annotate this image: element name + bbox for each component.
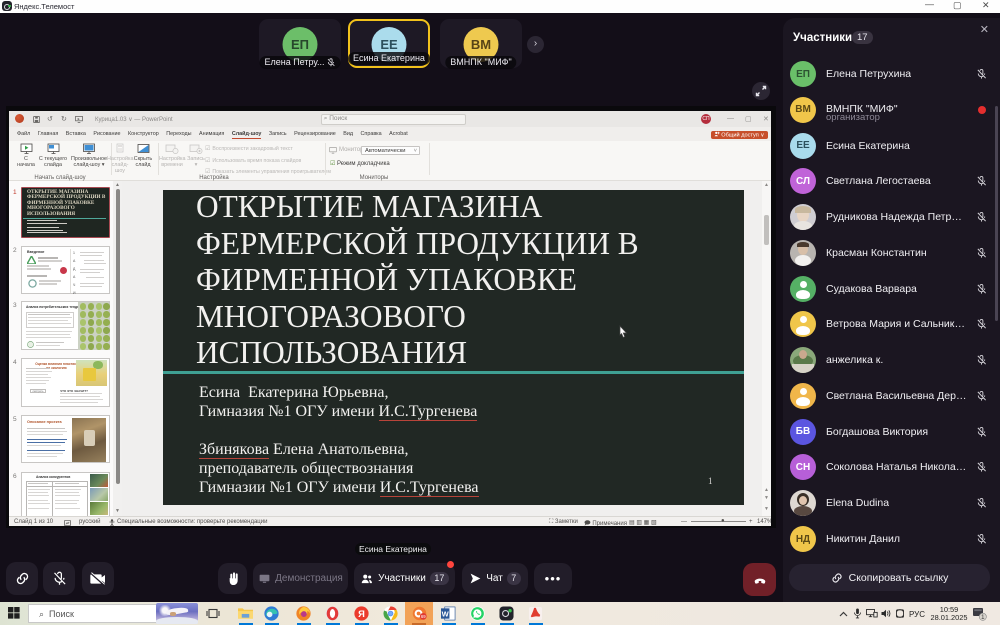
svg-text:69: 69 (421, 614, 426, 619)
svg-text:W: W (442, 609, 450, 618)
svg-text:Я: Я (358, 609, 365, 619)
